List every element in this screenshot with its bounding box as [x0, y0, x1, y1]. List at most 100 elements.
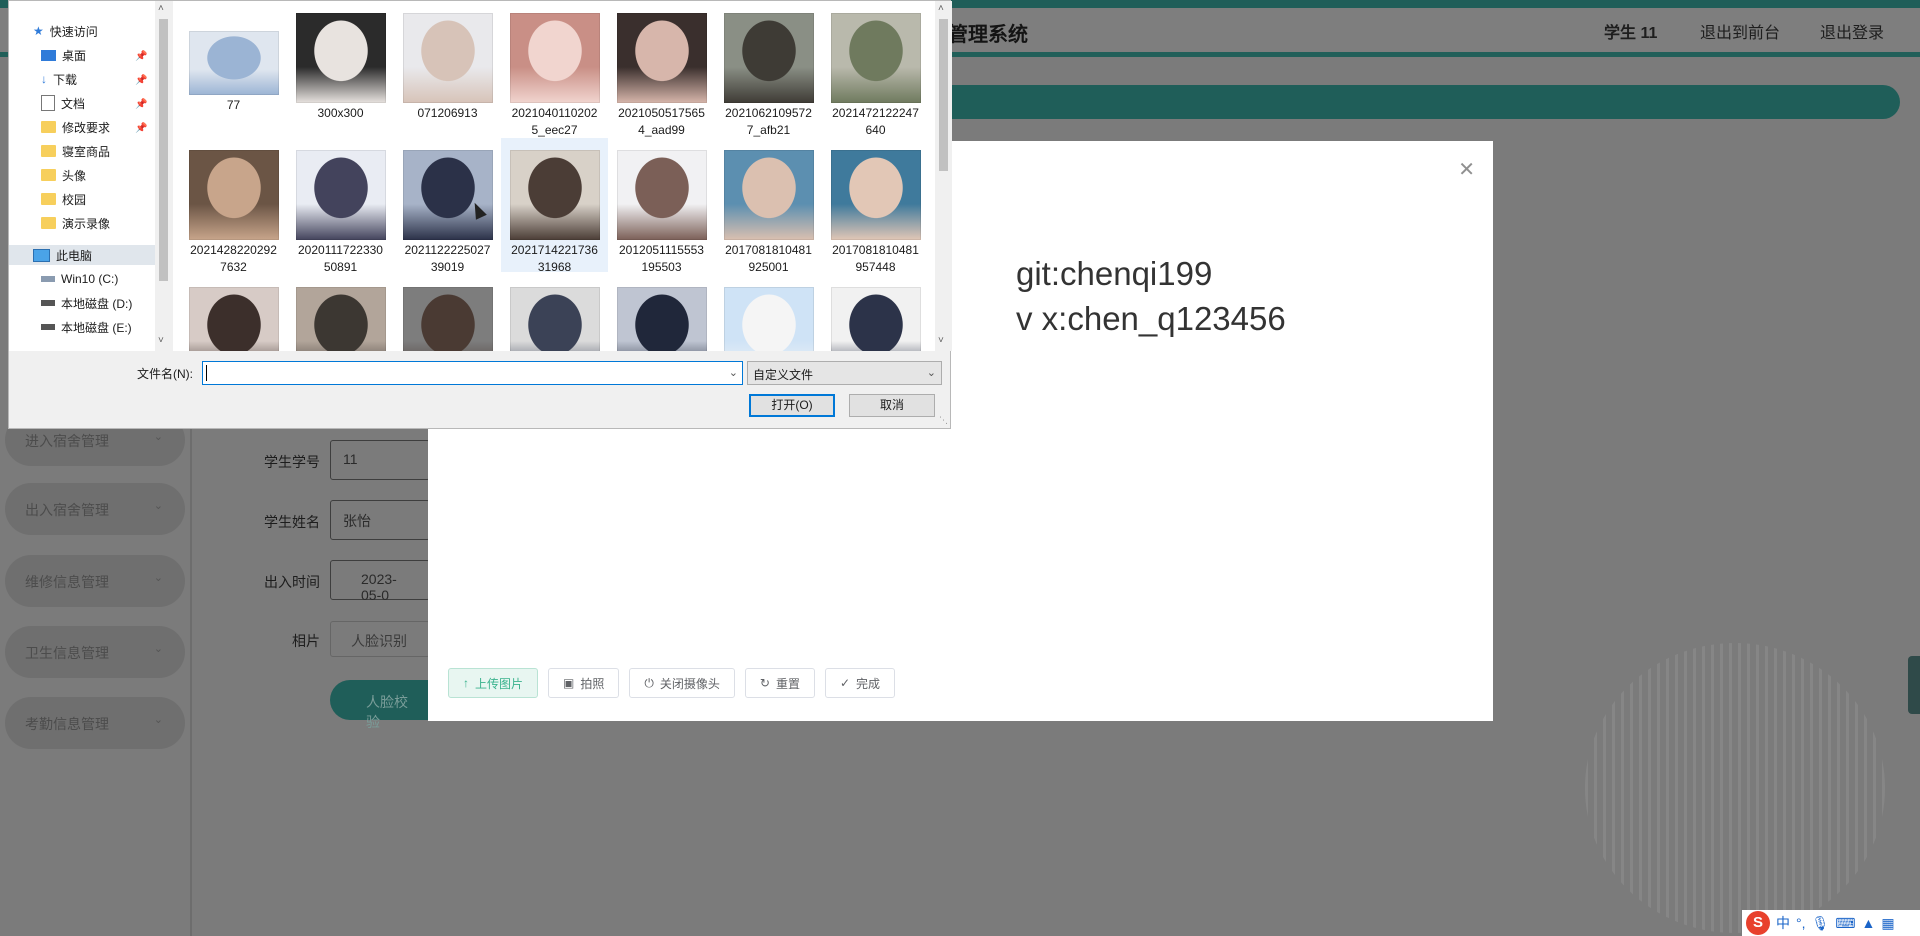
folder-icon [41, 169, 56, 181]
filename-input[interactable]: ⌄ [202, 361, 743, 385]
ime-toolbar[interactable]: S 中 °, 🎙 ⌨ ▲ ▦ [1742, 910, 1920, 936]
scroll-down-icon[interactable]: ˅ [158, 335, 164, 346]
student-id-field[interactable]: 11 [330, 440, 430, 480]
file-grid: 77 300x300 071206913 2021040110202 5_eec27 20… [173, 1, 950, 351]
text-caret [206, 365, 207, 381]
close-icon[interactable]: ✕ [1458, 157, 1475, 182]
sidebar-item-attendance[interactable]: 考勤信息管理 ⌄ [5, 697, 185, 749]
header-link-frontend[interactable]: 退出到前台 [1700, 19, 1780, 43]
file-item[interactable]: 2021050517565 4_aad99 [608, 1, 715, 137]
scroll-down-icon[interactable]: ˅ [938, 335, 944, 346]
header-link-logout[interactable]: 退出登录 [1820, 19, 1884, 43]
nav-scrollbar[interactable]: ˄ ˅ [155, 1, 172, 351]
file-item[interactable] [501, 275, 608, 351]
side-widget[interactable] [1908, 656, 1920, 714]
nav-drive-c[interactable]: Win10 (C:) [41, 269, 118, 289]
file-item[interactable]: 071206913 [394, 1, 501, 135]
file-item[interactable]: 2021714221736 31968 [501, 138, 608, 274]
files-scrollbar[interactable]: ˄ ˅ [935, 1, 952, 351]
open-button[interactable]: 打开(O) [749, 394, 835, 417]
file-name: 640 [865, 123, 886, 137]
nav-drive-e[interactable]: 本地磁盘 (E:) [41, 317, 132, 337]
file-item[interactable]: 2021122225027 39019 [394, 138, 501, 274]
nav-folder-requirements[interactable]: 修改要求 [41, 117, 110, 137]
nav-folder-dorm-goods[interactable]: 寝室商品 [41, 141, 110, 161]
file-item[interactable]: 2012051115553 195503 [608, 138, 715, 274]
chevron-down-icon: ⌄ [153, 714, 163, 726]
keyboard-icon[interactable]: ⌨ [1835, 915, 1855, 932]
file-name: 2021050517565 [618, 106, 705, 120]
sidebar-item-hygiene[interactable]: 卫生信息管理 ⌄ [5, 626, 185, 678]
file-item[interactable]: 2017081810481 957448 [822, 138, 929, 274]
face-recognition-box[interactable]: 人脸识别 [330, 621, 430, 657]
nav-this-pc[interactable]: 此电脑 [9, 245, 155, 265]
file-item[interactable]: 2017081810481 925001 [715, 138, 822, 274]
chevron-down-icon: ⌄ [153, 643, 163, 655]
file-item[interactable] [608, 275, 715, 351]
document-icon [41, 95, 55, 111]
nav-drive-d[interactable]: 本地磁盘 (D:) [41, 293, 132, 313]
scroll-up-icon[interactable]: ˄ [938, 3, 944, 14]
time-value: 2023-05-0 [361, 571, 397, 603]
file-thumbnail [402, 150, 493, 240]
file-item[interactable]: 77 [180, 1, 287, 135]
nav-downloads[interactable]: ↓ 下载 [41, 69, 77, 89]
file-item[interactable]: 2021062109572 7_afb21 [715, 1, 822, 137]
file-item[interactable]: 2021472122247 640 [822, 1, 929, 137]
folder-icon [41, 193, 56, 205]
scroll-thumb[interactable] [939, 19, 948, 171]
nav-quick-access[interactable]: ★ 快速访问 [33, 21, 98, 41]
menu-grid-icon[interactable]: ▦ [1881, 915, 1894, 932]
filetype-select[interactable]: 自定义文件 ⌄ [747, 361, 942, 385]
done-button[interactable]: ✓ 完成 [824, 668, 896, 698]
file-item[interactable]: 2021428220292 7632 [180, 138, 287, 274]
nav-documents[interactable]: 文档 [41, 93, 85, 113]
nav-folder-campus[interactable]: 校园 [41, 189, 86, 209]
file-item[interactable]: 300x300 [287, 1, 394, 135]
file-thumbnail [295, 13, 386, 103]
file-thumbnail [830, 13, 921, 103]
file-item[interactable] [715, 275, 822, 351]
upload-image-button[interactable]: ↑ 上传图片 [448, 668, 539, 698]
file-item[interactable] [822, 275, 929, 351]
nav-folder-recordings[interactable]: 演示录像 [41, 213, 110, 233]
header-user[interactable]: 学生 11 [1604, 19, 1657, 43]
file-item[interactable]: 2020111722330 50891 [287, 138, 394, 274]
file-name: 4_aad99 [638, 123, 685, 137]
button-label: 上传图片 [475, 676, 524, 691]
nav-desktop[interactable]: 桌面 [41, 45, 86, 65]
nav-label: 快速访问 [49, 24, 98, 39]
nav-folder-avatars[interactable]: 头像 [41, 165, 86, 185]
skin-icon[interactable]: ▲ [1862, 915, 1876, 931]
punctuation-icon[interactable]: °, [1796, 915, 1806, 931]
file-name: 2020111722330 [298, 243, 383, 257]
filename-label: 文件名(N): [137, 367, 193, 381]
scroll-thumb[interactable] [159, 19, 168, 281]
sidebar-item-repair[interactable]: 维修信息管理 ⌄ [5, 555, 185, 607]
file-name: 31968 [537, 260, 572, 274]
cancel-button[interactable]: 取消 [849, 394, 935, 417]
nav-label: 本地磁盘 (E:) [61, 320, 132, 335]
ime-mode[interactable]: 中 [1776, 913, 1790, 933]
upload-icon: ↑ [463, 676, 469, 690]
file-thumbnail [723, 287, 814, 351]
file-item[interactable] [394, 275, 501, 351]
time-picker[interactable]: 2023-05-0 [330, 560, 430, 603]
chevron-down-icon: ⌄ [153, 431, 163, 443]
nav-label: 此电脑 [56, 248, 93, 263]
reset-button[interactable]: ↻ 重置 [744, 668, 815, 698]
close-camera-button[interactable]: ⏻ 关闭摄像头 [629, 668, 735, 698]
chevron-down-icon[interactable]: ⌄ [729, 366, 738, 379]
microphone-icon[interactable]: 🎙 [1812, 915, 1830, 932]
scroll-up-icon[interactable]: ˄ [158, 3, 164, 14]
resize-grip-icon[interactable]: ⋱ [939, 415, 948, 426]
take-photo-button[interactable]: ▣ 拍照 [548, 668, 620, 698]
sidebar-item-dorm-access[interactable]: 出入宿舍管理 ⌄ [5, 483, 185, 535]
file-item[interactable] [180, 275, 287, 351]
time-label: 出入时间 [264, 574, 320, 590]
chevron-down-icon: ⌄ [926, 367, 936, 379]
student-name-field[interactable]: 张怡 [330, 500, 430, 540]
file-item[interactable] [287, 275, 394, 351]
file-thumbnail [509, 13, 600, 103]
file-item[interactable]: 2021040110202 5_eec27 [501, 1, 608, 137]
